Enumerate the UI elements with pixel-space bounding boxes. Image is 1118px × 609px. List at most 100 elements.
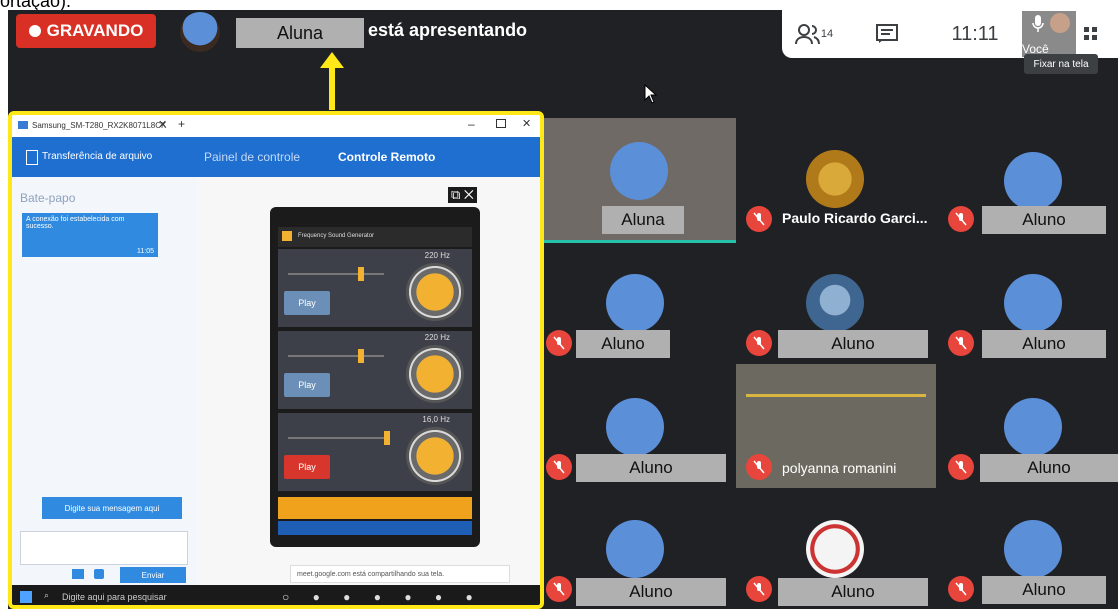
participant-tile[interactable]: polyanna romanini xyxy=(736,364,936,488)
search-icon[interactable]: ⌕ xyxy=(44,590,49,601)
participant-name: Paulo Ricardo Garci... xyxy=(782,210,928,226)
close-tab-icon[interactable]: ✕ xyxy=(158,118,167,131)
participant-avatar xyxy=(1004,274,1062,332)
mic-off-icon xyxy=(948,454,974,480)
emoji-icon[interactable] xyxy=(94,569,104,579)
participant-tile[interactable]: Aluno xyxy=(946,274,1118,364)
mic-off-icon xyxy=(948,330,974,356)
chat-icon xyxy=(876,24,898,43)
app-header: Transferência de arquivo Painel de contr… xyxy=(12,137,540,177)
generator-row-1: 220 Hz Play xyxy=(278,249,472,327)
participant-tile[interactable]: Aluno xyxy=(544,274,744,364)
frequency-slider[interactable] xyxy=(288,267,384,281)
windows-taskbar: ⌕ Digite aqui para pesquisar ○ ● ● ● ● ●… xyxy=(12,585,540,605)
taskbar-search[interactable]: Digite aqui para pesquisar xyxy=(62,592,167,602)
chat-hint-bubble: Digite sua mensagem aqui xyxy=(42,497,182,519)
participant-avatar xyxy=(606,274,664,332)
frequency-label: 220 Hz xyxy=(424,333,450,342)
share-notice: meet.google.com está compartilhando sua … xyxy=(290,565,510,583)
chat-message-text: A conexão foi estabelecida com sucesso. xyxy=(26,216,125,230)
participant-name: Aluno xyxy=(576,330,670,358)
frequency-knob[interactable] xyxy=(406,427,464,485)
window-app-icon xyxy=(18,121,28,129)
chat-input[interactable] xyxy=(20,531,188,565)
chat-message-time: 11:05 xyxy=(137,248,154,255)
participant-name: Aluno xyxy=(576,454,726,482)
participant-tile[interactable]: Aluno xyxy=(946,520,1118,609)
generator-row-2: 220 Hz Play xyxy=(278,331,472,409)
self-view-tile[interactable]: Você xyxy=(1022,11,1076,57)
participant-avatar xyxy=(806,520,864,578)
play-button[interactable]: Play xyxy=(284,455,330,479)
mouse-cursor-icon xyxy=(644,84,658,104)
participant-avatar xyxy=(806,274,864,332)
participant-name: Aluno xyxy=(778,330,928,358)
participant-tile[interactable]: Aluno xyxy=(544,398,744,488)
new-tab-icon[interactable]: + xyxy=(178,117,185,131)
send-button[interactable]: Enviar xyxy=(120,567,186,583)
participant-tile[interactable]: Aluno xyxy=(946,398,1118,488)
participant-name: Aluno xyxy=(576,578,726,606)
popout-close-icons[interactable]: ⧉ ✕ xyxy=(448,187,477,203)
attach-icon[interactable] xyxy=(72,569,84,579)
play-button[interactable]: Play xyxy=(284,373,330,397)
up-arrow-icon xyxy=(320,52,344,110)
recording-badge: GRAVANDO xyxy=(16,14,156,48)
participant-avatar xyxy=(606,398,664,456)
participant-tile[interactable]: Aluno xyxy=(544,520,744,609)
chat-button[interactable] xyxy=(846,24,928,44)
presenter-avatar xyxy=(180,12,220,52)
meet-window: GRAVANDO Aluna está apresentando 14 11:1… xyxy=(8,10,1118,609)
participant-tile[interactable]: Paulo Ricardo Garci... xyxy=(744,150,944,240)
layout-button[interactable] xyxy=(1076,26,1106,42)
mic-off-icon xyxy=(546,576,572,602)
app-title: Transferência de arquivo xyxy=(42,151,153,162)
shared-screen[interactable]: Samsung_SM-T280_RX2K8071L8CK ✕ + – ✕ Tra… xyxy=(8,111,544,609)
participant-avatar xyxy=(1004,398,1062,456)
frequency-slider[interactable] xyxy=(288,349,384,363)
ad-banner[interactable] xyxy=(278,497,472,519)
mic-off-icon xyxy=(746,454,772,480)
windows-start-icon[interactable] xyxy=(20,591,32,603)
phone-screen[interactable]: Frequency Sound Generator 220 Hz Play 22… xyxy=(270,207,480,547)
mic-off-icon xyxy=(546,454,572,480)
window-tab-bar: Samsung_SM-T280_RX2K8071L8CK ✕ + – ✕ xyxy=(12,115,540,138)
maximize-icon[interactable] xyxy=(496,119,506,128)
participant-tile[interactable]: Aluno xyxy=(946,150,1118,240)
frequency-knob[interactable] xyxy=(406,263,464,321)
frequency-slider[interactable] xyxy=(288,431,390,445)
frequency-label: 16,0 Hz xyxy=(422,415,450,424)
participant-tile[interactable]: Aluno xyxy=(744,274,944,364)
taskbar-app-icons[interactable]: ○ ● ● ● ● ● ● xyxy=(282,590,483,604)
participant-name: Aluno xyxy=(778,578,928,606)
chat-panel: Bate-papo A conexão foi estabelecida com… xyxy=(12,177,199,585)
chat-title: Bate-papo xyxy=(20,191,76,205)
pin-tooltip: Fixar na tela xyxy=(1024,54,1098,74)
speaker-icon xyxy=(282,231,292,241)
minimize-icon[interactable]: – xyxy=(468,117,475,131)
window-tab-title: Samsung_SM-T280_RX2K8071L8CK xyxy=(32,121,167,130)
tab-control-panel[interactable]: Painel de controle xyxy=(204,150,300,164)
frequency-knob[interactable] xyxy=(406,345,464,403)
participant-name: Aluno xyxy=(982,206,1106,234)
phone-app-title: Frequency Sound Generator xyxy=(298,233,375,239)
participant-tile[interactable]: Aluna xyxy=(544,118,736,243)
participant-tile[interactable]: Aluno xyxy=(744,520,944,609)
mic-off-icon xyxy=(948,206,974,232)
close-window-icon[interactable]: ✕ xyxy=(522,117,531,130)
video-background xyxy=(746,394,926,397)
mic-icon xyxy=(1032,15,1044,39)
presenter-name: Aluna xyxy=(236,18,364,48)
play-button[interactable]: Play xyxy=(284,291,330,315)
record-dot-icon xyxy=(28,25,41,37)
people-icon xyxy=(794,24,820,45)
participant-avatar xyxy=(1004,152,1062,210)
tab-remote-control[interactable]: Controle Remoto xyxy=(338,150,435,164)
clock: 11:11 xyxy=(951,22,999,45)
participants-button[interactable]: 14 xyxy=(782,23,846,45)
phone-app-bar: Frequency Sound Generator xyxy=(278,227,472,247)
file-transfer-icon xyxy=(26,150,38,165)
generator-row-3: 16,0 Hz Play xyxy=(278,413,472,491)
presenter-status-text: está apresentando xyxy=(368,20,528,40)
participant-name: Aluna xyxy=(602,206,684,234)
